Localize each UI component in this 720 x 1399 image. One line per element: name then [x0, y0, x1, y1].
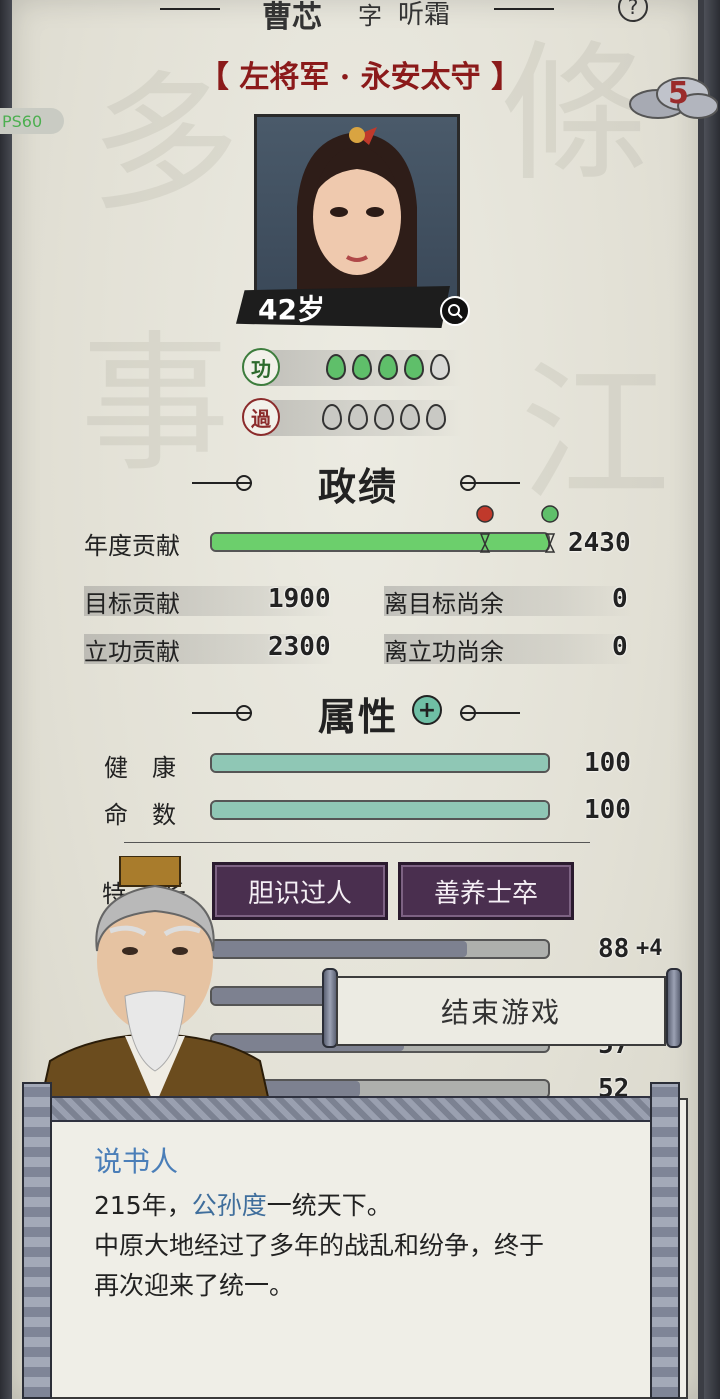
dialog-post-left — [22, 1082, 52, 1399]
section-ornament-right — [460, 475, 520, 491]
fps-tag: PS60 — [0, 108, 64, 134]
portrait-image — [297, 127, 417, 315]
health-fill — [212, 755, 548, 771]
stat-value: 88 — [598, 934, 630, 964]
dialog-line-3: 再次迎来了统一。 — [94, 1271, 295, 1300]
fate-bar — [210, 800, 550, 820]
plus-circle-icon[interactable]: + — [412, 695, 442, 725]
stat-bonus: +4 — [636, 936, 663, 961]
to-merit-label: 离立功尚余 — [384, 638, 504, 666]
section-ornament-left — [192, 705, 252, 721]
narrator-portrait — [30, 855, 280, 1107]
merit-contribution-label: 立功贡献 — [84, 638, 180, 666]
target-contribution-value: 1900 — [268, 584, 331, 614]
courtesy-label: 字 — [358, 2, 382, 30]
dialog-line-1-prefix: 215年， — [94, 1191, 192, 1220]
dialog-line-2: 中原大地经过了多年的战乱和纷争，终于 — [94, 1231, 545, 1260]
character-name: 曹芯 — [262, 0, 322, 35]
end-game-button[interactable]: 结束游戏 — [336, 976, 666, 1046]
merit-pip — [378, 354, 398, 380]
merit-pip — [430, 354, 450, 380]
attributes-title: 属性 — [318, 694, 399, 739]
merit-contribution-value: 2300 — [268, 632, 331, 662]
target-contribution-label: 目标贡献 — [84, 590, 180, 618]
annual-contribution-fill — [212, 534, 548, 550]
divider — [124, 842, 590, 843]
section-ornament-right — [460, 705, 520, 721]
dialog-top-border — [40, 1096, 680, 1122]
header-ornament-right — [494, 8, 554, 10]
calligraphy-decoration: 江 — [520, 348, 671, 522]
annual-contribution-bar — [210, 532, 550, 552]
health-label: 健 康 — [104, 754, 176, 782]
fault-pip — [348, 404, 368, 430]
to-target-value: 0 — [612, 584, 628, 614]
fault-pip — [426, 404, 446, 430]
cloud-badge-value: 5 — [668, 76, 689, 111]
current-marker — [540, 504, 560, 558]
courtesy-name: 听霜 — [398, 0, 451, 30]
character-age: 42岁 — [258, 293, 325, 326]
fault-pip — [400, 404, 420, 430]
official-titles: 【 左将军 · 永安太守 】 — [198, 60, 522, 95]
fate-value: 100 — [584, 795, 631, 825]
health-value: 100 — [584, 748, 631, 778]
health-bar — [210, 753, 550, 773]
section-ornament-left — [192, 475, 252, 491]
merit-pip — [352, 354, 372, 380]
fault-pips — [322, 404, 452, 434]
calligraphy-decoration: 事 — [80, 318, 231, 492]
fate-label: 命 数 — [104, 801, 176, 829]
merit-pip — [326, 354, 346, 380]
merit-icon: 功 — [242, 348, 280, 386]
to-merit-value: 0 — [612, 632, 628, 662]
trait-button[interactable]: 善养士卒 — [398, 862, 574, 920]
merit-pip — [404, 354, 424, 380]
fault-pip — [322, 404, 342, 430]
search-icon[interactable] — [440, 296, 470, 326]
dialog-line-1: 215年，公孙度一统天下。 — [94, 1186, 634, 1226]
annual-contribution-value: 2430 — [568, 528, 631, 558]
zhengji-title: 政绩 — [318, 464, 399, 509]
right-frame — [704, 0, 720, 1399]
target-marker — [475, 504, 495, 558]
dialog-speaker: 说书人 — [94, 1145, 179, 1178]
fault-pip — [374, 404, 394, 430]
cloud-badge[interactable]: 5 — [628, 72, 719, 122]
to-target-label: 离目标尚余 — [384, 590, 504, 618]
scroll-roll-right — [666, 968, 682, 1048]
fault-icon: 過 — [242, 398, 280, 436]
dialog-highlight-name: 公孙度 — [191, 1191, 267, 1220]
dialog-line-1-suffix: 一统天下。 — [266, 1191, 392, 1220]
header-ornament-left — [160, 8, 220, 10]
dialog-post-right — [650, 1082, 680, 1399]
fate-fill — [212, 802, 548, 818]
merit-pips — [326, 354, 456, 384]
annual-contribution-label: 年度贡献 — [84, 532, 180, 560]
